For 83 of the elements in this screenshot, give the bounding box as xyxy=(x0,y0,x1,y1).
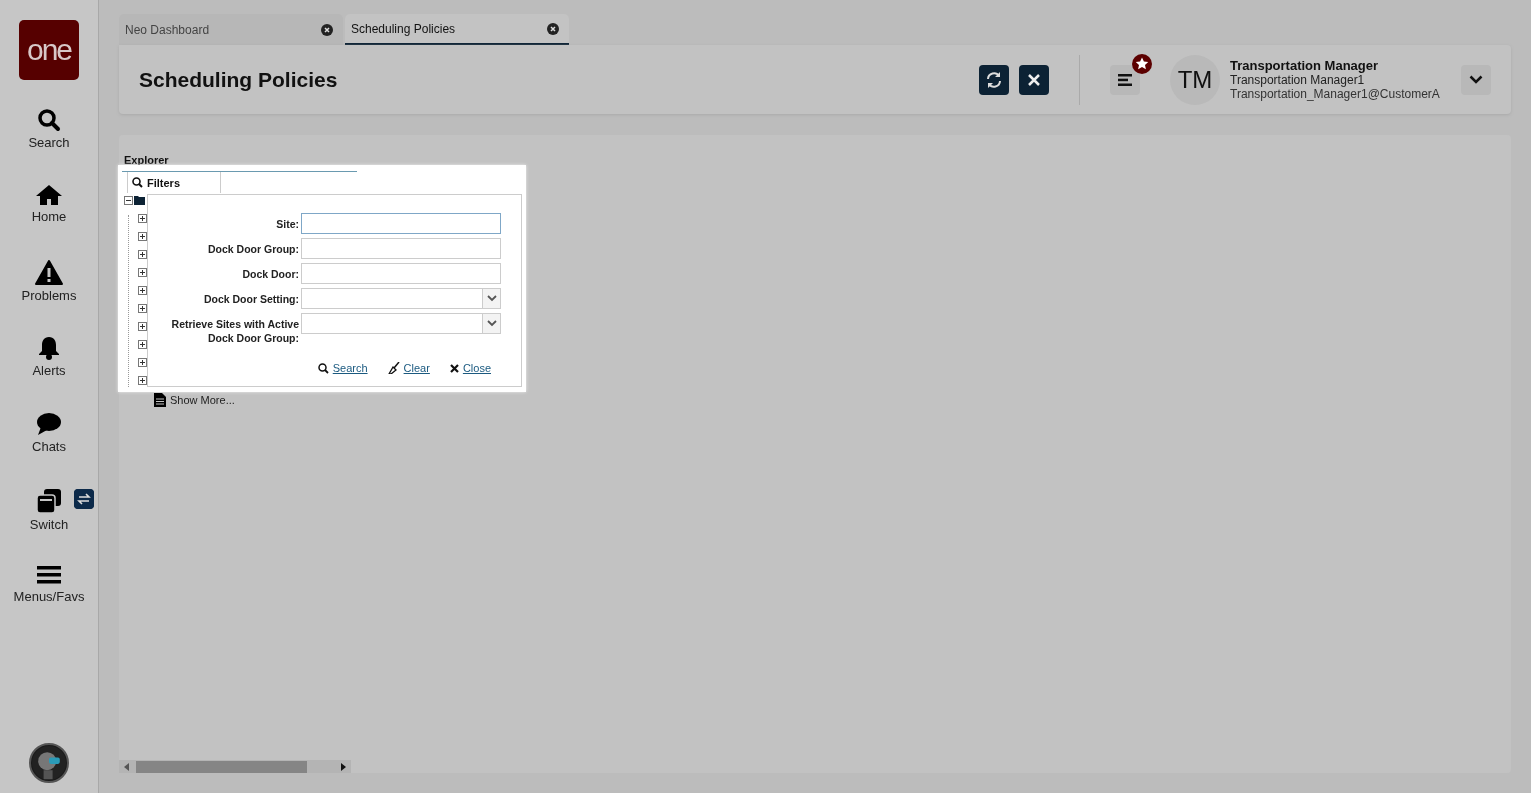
sidebar-label: Search xyxy=(28,135,70,150)
tab[interactable]: Neo Dashboard xyxy=(119,14,343,45)
field-label: Dock Door: xyxy=(241,267,299,281)
search-icon xyxy=(317,362,329,374)
user-login: Transportation_Manager1@CustomerA xyxy=(1230,87,1441,101)
sidebar-label: Home xyxy=(31,209,67,224)
bell-icon xyxy=(38,336,60,360)
field-label: Site: xyxy=(275,217,299,231)
arrow-right-icon[interactable] xyxy=(341,762,346,771)
expand-icon[interactable] xyxy=(138,286,147,295)
close-icon[interactable] xyxy=(547,22,559,35)
expand-icon[interactable] xyxy=(138,304,147,313)
dropdown-field[interactable] xyxy=(301,313,501,334)
sidebar-item[interactable]: Switch xyxy=(0,480,99,556)
search-link[interactable]: Search xyxy=(317,362,368,374)
expand-icon[interactable] xyxy=(138,322,147,331)
input-field[interactable] xyxy=(301,238,501,259)
menu-icon xyxy=(1118,73,1132,86)
expand-icon[interactable] xyxy=(138,250,147,259)
chevron-down-icon xyxy=(486,295,497,302)
sidebar-label: Problems xyxy=(21,288,77,303)
close-link[interactable]: Close xyxy=(449,362,491,374)
sidebar-label: Alerts xyxy=(32,363,66,378)
folder-icon xyxy=(134,195,146,205)
field-label: Dock Door Group: xyxy=(207,242,299,256)
expand-icon[interactable] xyxy=(138,358,147,367)
chat-icon xyxy=(36,412,62,436)
panel-title: Explorer xyxy=(124,154,170,166)
filters-tab[interactable]: Filters xyxy=(127,172,221,193)
expand-icon[interactable] xyxy=(138,376,147,385)
warning-icon xyxy=(35,260,63,285)
search-icon xyxy=(37,108,61,132)
robot-avatar-icon[interactable] xyxy=(29,743,69,783)
user-avatar[interactable]: TM xyxy=(1170,54,1220,105)
sidebar-label: Chats xyxy=(32,439,66,454)
user-name: Transportation Manager xyxy=(1230,58,1380,73)
dropdown-field[interactable] xyxy=(301,288,501,309)
windows-icon xyxy=(36,488,62,514)
expand-icon[interactable] xyxy=(138,214,147,223)
chevron-down-icon xyxy=(486,320,497,327)
sidebar-label: Menus/Favs xyxy=(13,589,85,604)
sidebar-item[interactable]: Problems xyxy=(0,252,99,328)
sidebar-item[interactable]: Home xyxy=(0,176,99,252)
arrow-left-icon[interactable] xyxy=(124,762,129,771)
search-icon xyxy=(132,177,143,188)
page-title: Scheduling Policies xyxy=(139,67,339,92)
tab-label: Scheduling Policies xyxy=(351,21,456,36)
input-field[interactable] xyxy=(301,213,501,234)
close-icon xyxy=(1028,73,1040,86)
expand-icon[interactable] xyxy=(138,232,147,241)
close-button[interactable] xyxy=(1019,64,1049,95)
user-role: Transportation Manager1 xyxy=(1230,73,1366,87)
menu-icon xyxy=(37,564,61,586)
sidebar-item[interactable]: Alerts xyxy=(0,328,99,404)
star-badge-icon xyxy=(1131,52,1153,75)
input-field[interactable] xyxy=(301,263,501,284)
sidebar-item[interactable]: Search xyxy=(0,100,99,176)
refresh-icon xyxy=(985,70,1003,89)
document-icon xyxy=(154,393,166,407)
tab[interactable]: Scheduling Policies xyxy=(345,14,569,45)
expand-icon[interactable] xyxy=(138,268,147,277)
sidebar-label: Switch xyxy=(29,517,69,532)
sidebar-item[interactable]: Chats xyxy=(0,404,99,480)
field-label: Dock Door Setting: xyxy=(202,292,299,306)
expand-icon[interactable] xyxy=(138,340,147,349)
clear-link[interactable]: Clear xyxy=(387,362,430,374)
close-icon[interactable] xyxy=(321,23,333,36)
menu-button[interactable] xyxy=(1110,64,1140,95)
show-more-link[interactable]: Show More... xyxy=(170,394,235,406)
broom-icon xyxy=(387,362,400,374)
tab-label: Neo Dashboard xyxy=(125,22,210,37)
collapse-icon[interactable] xyxy=(124,195,133,205)
close-icon xyxy=(449,363,459,373)
swap-icon[interactable] xyxy=(73,489,94,509)
chevron-down-icon xyxy=(1469,75,1483,84)
dropdown-button[interactable] xyxy=(1461,64,1491,95)
horizontal-scrollbar[interactable] xyxy=(119,760,351,773)
field-label: Retrieve Sites with Active Dock Door Group: xyxy=(170,317,299,345)
app-logo[interactable]: one xyxy=(19,20,79,80)
home-icon xyxy=(35,184,63,206)
scrollbar-thumb[interactable] xyxy=(136,760,307,773)
refresh-button[interactable] xyxy=(979,64,1009,95)
sidebar-item[interactable]: Menus/Favs xyxy=(0,556,99,632)
